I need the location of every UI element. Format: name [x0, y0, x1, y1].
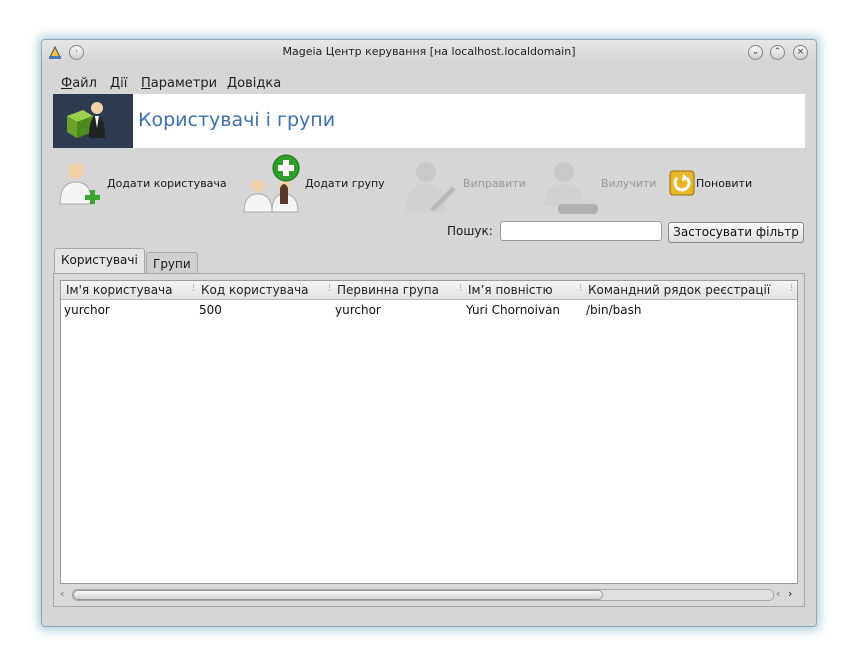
page-title: Користувачі і групи [138, 109, 336, 131]
cell-login-shell: /bin/bash [586, 303, 642, 317]
add-user-label: Додати користувача [107, 177, 227, 190]
tab-users[interactable]: Користувачі [54, 248, 145, 275]
table-header: Ім'я користувача ⁝ Код користувача ⁝ Пер… [61, 281, 797, 300]
users-table[interactable]: Ім'я користувача ⁝ Код користувача ⁝ Пер… [60, 280, 798, 584]
column-separator[interactable]: ⁝ [328, 283, 331, 294]
maximize-button[interactable]: ⌃ [770, 45, 785, 60]
cell-uid: 500 [199, 303, 222, 317]
column-header-primary-group[interactable]: Первинна група [337, 283, 439, 297]
refresh-icon [669, 170, 695, 199]
horizontal-scrollbar[interactable]: ‹ ‹ › [60, 587, 798, 601]
delete-label: Вилучити [601, 177, 657, 190]
main-window: · Mageia Центр керування [на localhost.l… [41, 39, 817, 627]
scrollbar-thumb[interactable] [73, 590, 603, 600]
column-header-username[interactable]: Ім'я користувача [66, 283, 173, 297]
menu-help[interactable]: Довідка [227, 76, 281, 91]
menu-bar: Файл Дії Параметри Довідка [42, 74, 816, 94]
tab-groups[interactable]: Групи [146, 252, 198, 275]
column-separator[interactable]: ⁝ [459, 283, 462, 294]
scroll-left-icon[interactable]: ‹ [60, 587, 64, 600]
window-title: Mageia Центр керування [на localhost.loc… [282, 45, 576, 58]
add-group-button[interactable]: Додати групу [240, 154, 390, 216]
table-row[interactable]: yurchor 500 yurchor Yuri Chornoivan /bin… [61, 301, 797, 319]
delete-button[interactable]: Вилучити [536, 158, 664, 216]
header-banner: Користувачі і групи [53, 94, 805, 148]
cell-username: yurchor [64, 303, 110, 317]
menu-file[interactable]: Файл [61, 76, 97, 91]
users-tab-panel: Ім'я користувача ⁝ Код користувача ⁝ Пер… [53, 273, 805, 607]
edit-label: Виправити [463, 177, 526, 190]
column-separator[interactable]: ⁝ [579, 283, 582, 294]
delete-icon [536, 154, 602, 219]
menu-options[interactable]: Параметри [141, 76, 217, 91]
scroll-left-icon[interactable]: ‹ [776, 587, 780, 600]
cell-full-name: Yuri Chornoivan [466, 303, 561, 317]
close-button[interactable]: × [793, 45, 808, 60]
apply-filter-button[interactable]: Застосувати фільтр [668, 222, 804, 243]
column-header-uid[interactable]: Код користувача [201, 283, 309, 297]
refresh-label: Поновити [696, 177, 753, 190]
edit-icon [400, 154, 460, 219]
cell-primary-group: yurchor [335, 303, 381, 317]
add-user-icon [58, 158, 106, 211]
menu-actions[interactable]: Дії [110, 76, 127, 91]
column-separator[interactable]: ⁝ [790, 283, 793, 294]
scroll-right-icon[interactable]: › [788, 587, 792, 600]
add-user-button[interactable]: Додати користувача [58, 158, 234, 216]
column-separator[interactable]: ⁝ [192, 283, 195, 294]
edit-button[interactable]: Виправити [400, 158, 528, 216]
minimize-button[interactable]: ⌄ [748, 45, 763, 60]
column-header-login-shell[interactable]: Командний рядок реєстрації [588, 283, 770, 297]
search-label: Пошук: [447, 224, 493, 238]
add-group-label: Додати групу [305, 177, 385, 190]
scrollbar-track[interactable] [72, 589, 774, 601]
add-group-icon [240, 154, 306, 219]
column-header-full-name[interactable]: Ім’я повністю [468, 283, 553, 297]
users-groups-icon [53, 94, 133, 148]
title-bar[interactable]: · Mageia Центр керування [на localhost.l… [42, 40, 816, 64]
search-input[interactable] [500, 221, 662, 241]
refresh-button[interactable]: Поновити [669, 158, 759, 216]
